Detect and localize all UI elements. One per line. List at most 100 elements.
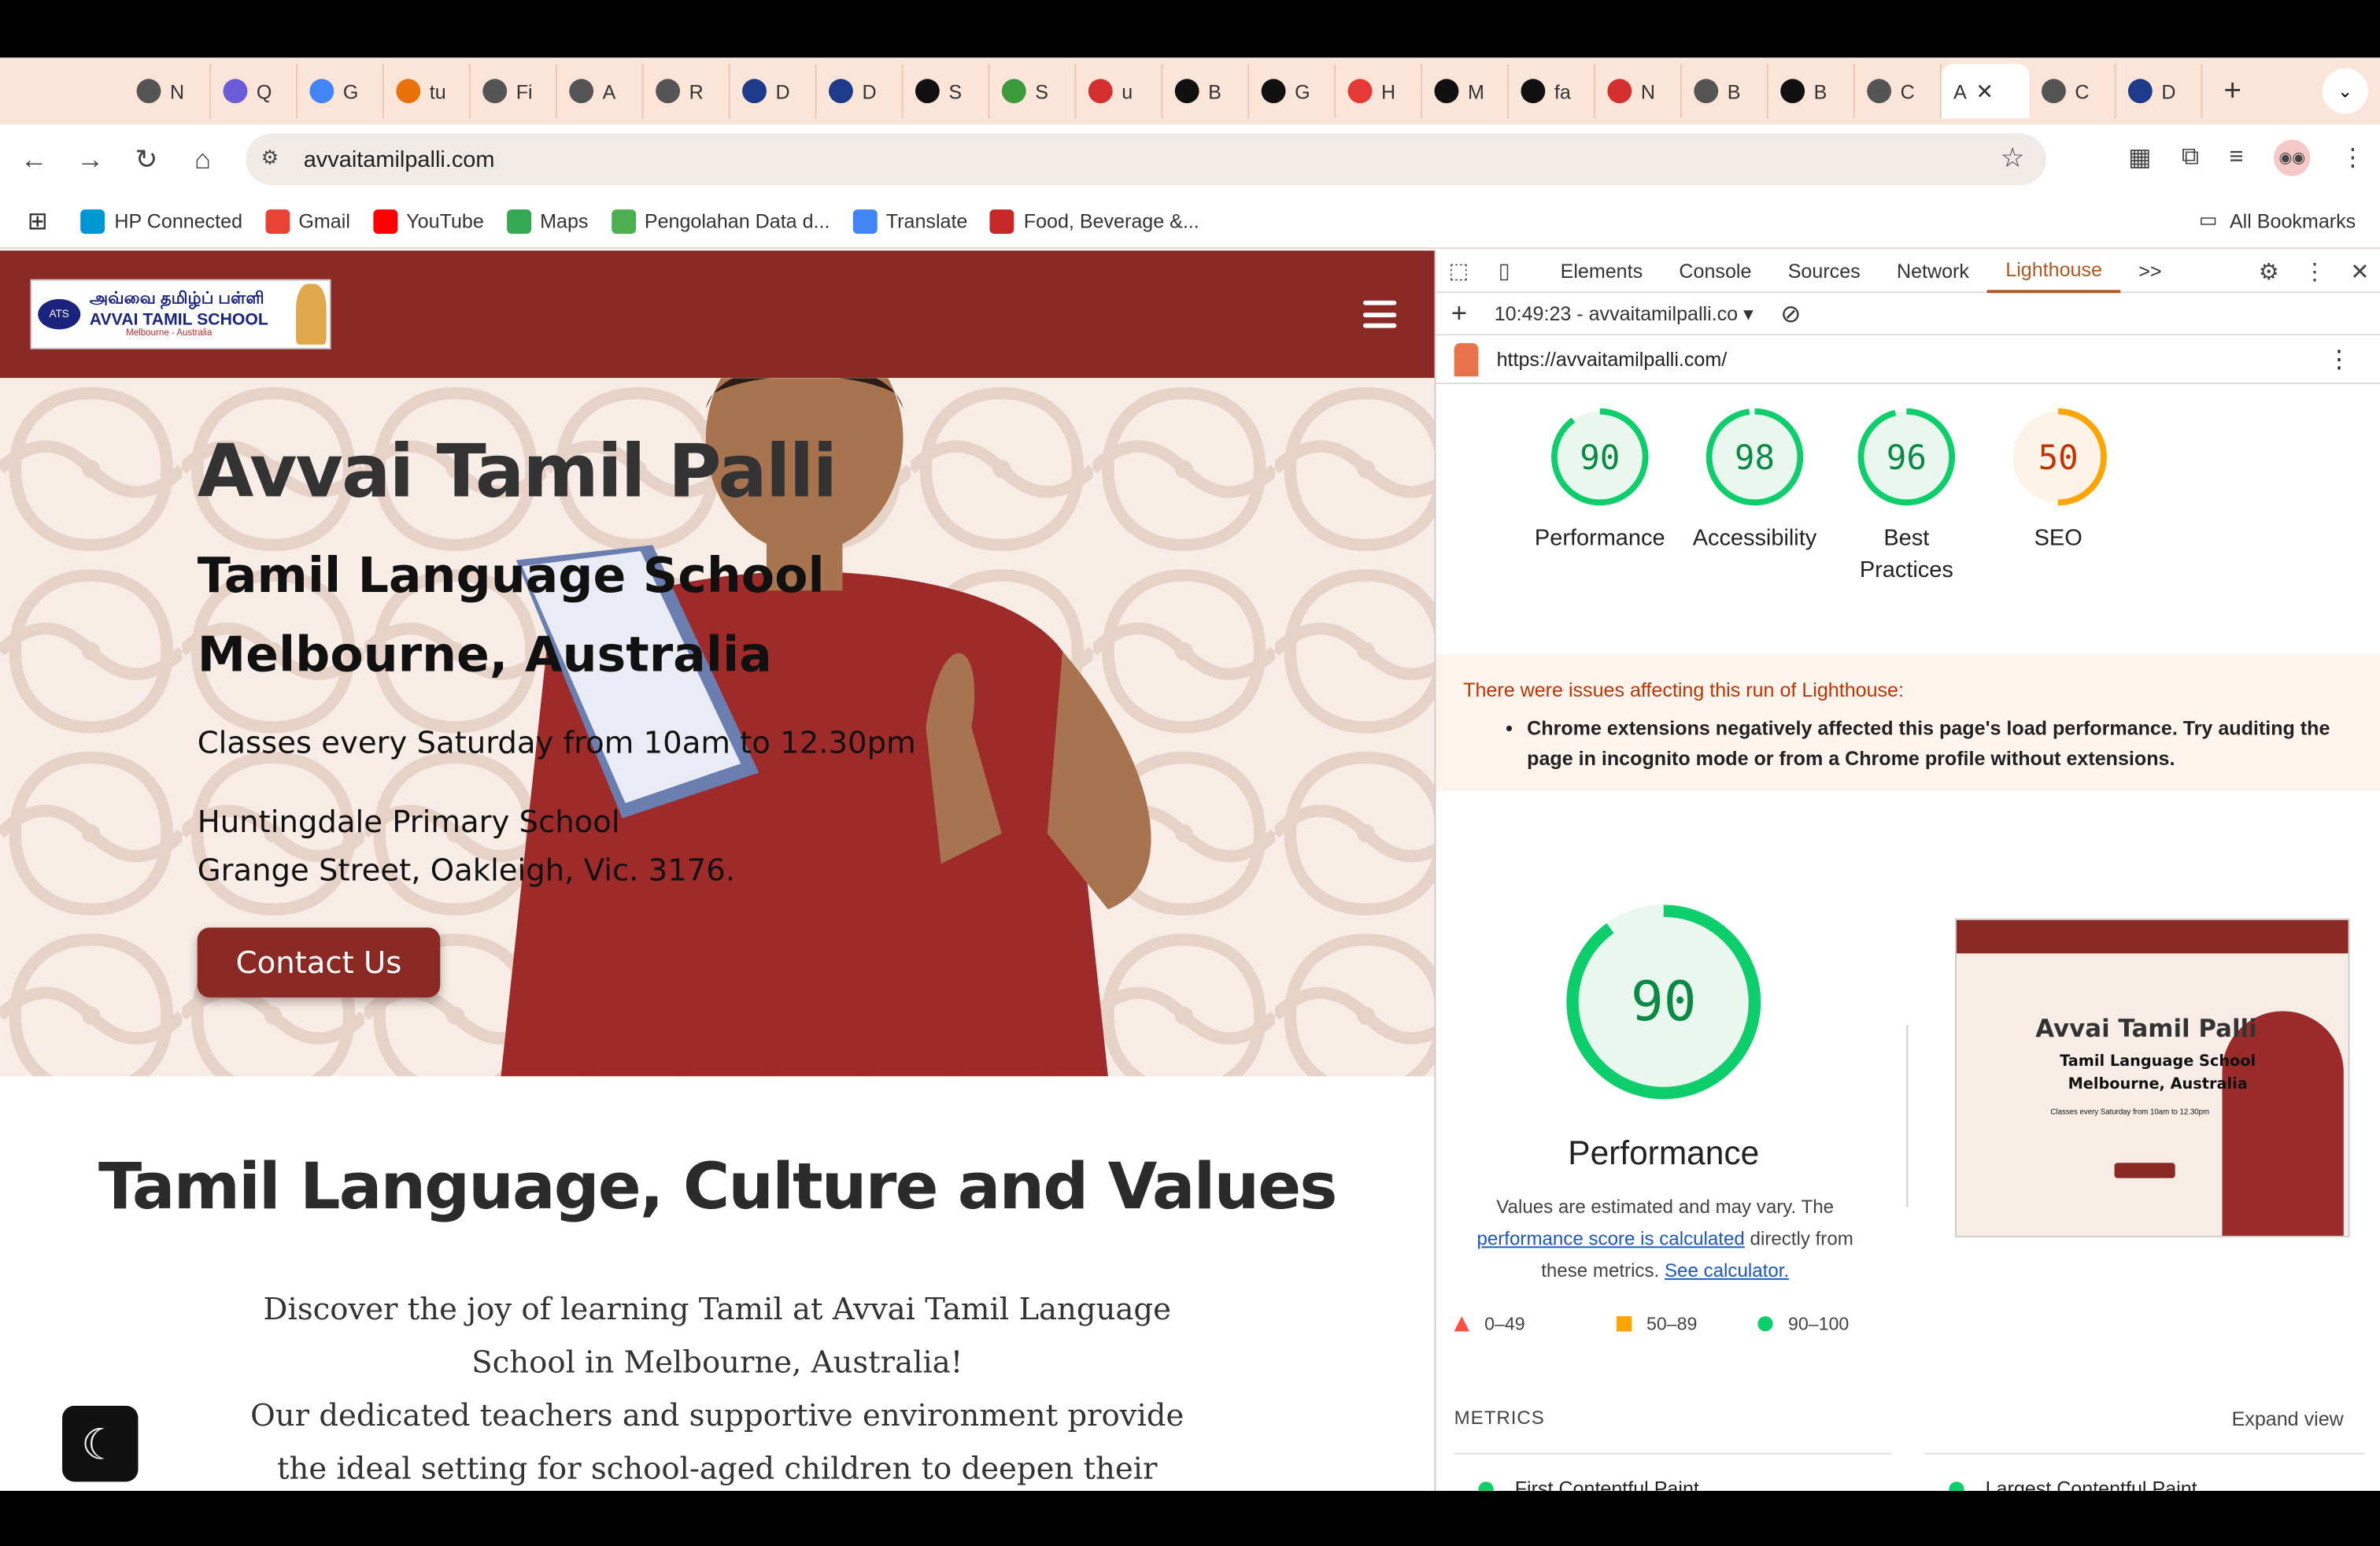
devtools-tab-network[interactable]: Network	[1879, 250, 1987, 292]
see-calculator-link[interactable]: See calculator.	[1665, 1260, 1789, 1282]
clear-reports-icon[interactable]: ⊘	[1754, 298, 1801, 329]
page-screenshot-thumbnail[interactable]: Avvai Tamil Palli Tamil Language School M…	[1955, 918, 2350, 1237]
hero-address-2: Grange Street, Oakleigh, Vic. 3176.	[197, 851, 736, 889]
browser-tab[interactable]: S	[904, 64, 990, 119]
browser-tab[interactable]: B	[1162, 64, 1250, 119]
bookmark-star-icon[interactable]: ☆	[2001, 142, 2025, 175]
browser-tab[interactable]: tu	[384, 64, 471, 119]
close-tab-icon[interactable]: ✕	[1975, 78, 1994, 104]
perf-score-link[interactable]: performance score is calculated	[1476, 1228, 1744, 1249]
dark-mode-toggle[interactable]: ☾	[62, 1405, 139, 1482]
score-gauge[interactable]: 96 Best Practices	[1831, 402, 1983, 586]
thumb-boy	[2222, 1011, 2344, 1236]
browser-tab[interactable]: C	[1855, 64, 1942, 119]
tab-title: G	[342, 80, 359, 103]
browser-toolbar: ← → ↻ ⌂ ⚙ avvaitamilpalli.com ☆ ▦ ⧉ ≡ ◉◉…	[0, 124, 2380, 194]
browser-tab[interactable]: A	[557, 64, 644, 119]
close-devtools-icon[interactable]: ✕	[2350, 258, 2369, 286]
bookmark-item[interactable]: Pengolahan Data d...	[611, 209, 830, 234]
toolbar-icons: ▦ ⧉ ≡ ◉◉ ⋮	[2128, 139, 2365, 176]
forward-button[interactable]: →	[62, 143, 118, 176]
browser-tab[interactable]: S	[989, 64, 1077, 119]
devtools-tab-sources[interactable]: Sources	[1770, 250, 1879, 292]
tab-active[interactable]: A ✕	[1941, 64, 2030, 119]
inspect-element-icon[interactable]: ⬚	[1436, 258, 1481, 284]
site-logo[interactable]: ATS அவ்வை தமிழ்ப் பள்ளி AVVAI TAMIL SCHO…	[30, 279, 331, 350]
report-menu-icon[interactable]: ⋮	[2327, 344, 2352, 375]
back-button[interactable]: ←	[6, 143, 62, 176]
bookmark-item[interactable]: Maps	[506, 209, 588, 234]
score-gauge[interactable]: 90 Performance	[1524, 402, 1676, 554]
media-control-icon[interactable]: ≡	[2229, 144, 2243, 172]
tab-title: H	[1381, 80, 1396, 103]
bookmark-item[interactable]: YouTube	[372, 209, 484, 234]
bookmark-item[interactable]: Gmail	[264, 209, 350, 234]
browser-tab[interactable]: C	[2030, 64, 2116, 119]
tab-title: B	[1727, 80, 1741, 103]
apps-grid-icon[interactable]: ⊞	[28, 205, 48, 236]
thumb-sub-1: Tamil Language School	[2060, 1053, 2256, 1071]
perf-desc-1: Values are estimated and may vary. The	[1496, 1196, 1835, 1218]
site-header: ATS அவ்வை தமிழ்ப் பள்ளி AVVAI TAMIL SCHO…	[0, 250, 1435, 379]
browser-tab[interactable]: B	[1768, 64, 1855, 119]
score-label: Accessibility	[1692, 525, 1817, 552]
logo-english-text: AVVAI TAMIL SCHOOL	[89, 311, 268, 330]
browser-tab[interactable]: G	[298, 64, 384, 119]
browser-tab[interactable]: Fi	[471, 64, 557, 119]
hamburger-menu-icon[interactable]	[1362, 300, 1397, 328]
contact-us-button[interactable]: Contact Us	[197, 927, 441, 998]
green-dot-icon	[1949, 1481, 1964, 1491]
address-bar[interactable]: ⚙ avvaitamilpalli.com ☆	[246, 133, 2046, 186]
browser-tab[interactable]: R	[644, 64, 730, 119]
extensions-puzzle-icon[interactable]: ⧉	[2182, 144, 2199, 172]
bookmark-icon	[852, 209, 878, 234]
perf-score-text: 90	[1631, 971, 1697, 1034]
browser-tab[interactable]: fa	[1509, 64, 1595, 119]
browser-tab[interactable]: D	[817, 64, 904, 119]
bookmarks-bar: ⊞ HP Connected Gmail YouTube Maps Pengolahan…	[0, 194, 2380, 250]
tab-title: S	[1035, 80, 1049, 103]
settings-gear-icon[interactable]: ⚙	[2259, 258, 2279, 286]
bookmark-item[interactable]: Translate	[852, 209, 967, 234]
score-gauge[interactable]: 98 Accessibility	[1679, 402, 1831, 554]
new-report-icon[interactable]: +	[1436, 298, 1482, 330]
profile-avatar[interactable]: ◉◉	[2274, 139, 2311, 176]
home-button[interactable]: ⌂	[175, 143, 231, 176]
devtools-tab-lighthouse[interactable]: Lighthouse	[1987, 250, 2121, 293]
tab-title: N	[1640, 80, 1655, 103]
tab-title: u	[1122, 80, 1133, 103]
extension-icon[interactable]: ▦	[2128, 142, 2151, 173]
score-gauge[interactable]: 50 SEO	[1983, 402, 2134, 554]
browser-tab[interactable]: D	[2116, 64, 2203, 119]
tab-search-button[interactable]: ⌄	[2322, 68, 2368, 114]
new-tab-button[interactable]: +	[2223, 74, 2241, 109]
browser-tab[interactable]: u	[1076, 64, 1163, 119]
devtools-menu-icon[interactable]: ⋮	[2303, 258, 2326, 286]
devtools-tab-console[interactable]: Console	[1661, 250, 1769, 292]
browser-tab[interactable]: M	[1422, 64, 1510, 119]
all-bookmarks-button[interactable]: ▭ All Bookmarks	[2199, 208, 2356, 232]
browser-tab[interactable]: N	[1595, 64, 1682, 119]
browser-menu-icon[interactable]: ⋮	[2341, 142, 2365, 173]
square-icon	[1616, 1316, 1632, 1332]
device-toolbar-icon[interactable]: ▯	[1481, 258, 1527, 284]
bookmark-item[interactable]: HP Connected	[80, 209, 242, 234]
tab-title: N	[170, 80, 185, 103]
devtools-tab-elements[interactable]: Elements	[1542, 250, 1661, 292]
report-selector[interactable]: 10:49:23 - avvaitamilpalli.co ▾	[1482, 301, 1754, 326]
more-tabs-icon[interactable]: >>	[2120, 250, 2180, 292]
metric-lcp-label: Largest Contentful Paint	[1985, 1477, 2197, 1491]
browser-tab[interactable]: D	[730, 64, 817, 119]
browser-tab[interactable]: B	[1682, 64, 1768, 119]
browser-tab[interactable]: N	[124, 64, 212, 119]
expand-view-button[interactable]: Expand view	[2232, 1407, 2344, 1430]
site-info-icon[interactable]: ⚙	[261, 146, 289, 173]
reload-button[interactable]: ↻	[118, 143, 174, 176]
browser-tab[interactable]: Q	[211, 64, 298, 119]
hero-text-block: Avvai Tamil Palli Tamil Language School …	[198, 430, 916, 894]
legend-label: 50–89	[1646, 1313, 1698, 1335]
browser-tab[interactable]: H	[1336, 64, 1423, 119]
intro-line-1: Discover the joy of learning Tamil at Av…	[263, 1290, 1171, 1381]
browser-tab[interactable]: G	[1249, 64, 1336, 119]
bookmark-item[interactable]: Food, Beverage &...	[990, 209, 1199, 234]
